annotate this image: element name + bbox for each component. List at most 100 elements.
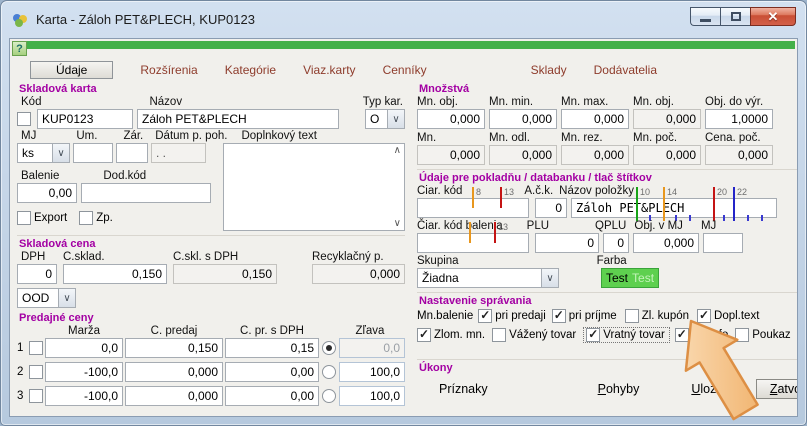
- zp-checkbox[interactable]: [79, 211, 93, 225]
- objvmj-input[interactable]: 0,000: [633, 233, 699, 253]
- obj-do-vyr-input[interactable]: 1,0000: [705, 109, 773, 129]
- export-checkbox[interactable]: [17, 211, 31, 225]
- section-caption: Množstvá: [419, 83, 798, 95]
- vazeny-tovar-checkbox[interactable]: [492, 328, 506, 342]
- nazov-polozky-label: Názov položky: [559, 185, 634, 197]
- zar-input[interactable]: [116, 143, 148, 163]
- recykl-input: 0,000: [312, 264, 405, 284]
- cpredaj-input[interactable]: 0,000: [125, 386, 223, 406]
- mj-dropdown-button[interactable]: ∨: [53, 143, 70, 163]
- marza-input[interactable]: 0,0: [45, 338, 123, 358]
- tab-viazkarty[interactable]: Viaz.karty: [303, 63, 355, 77]
- maximize-button[interactable]: [720, 7, 750, 26]
- ruler-mark-red: [500, 187, 502, 208]
- um-input[interactable]: [73, 143, 113, 163]
- ruler-mark-orange: [472, 187, 474, 208]
- skupina-input[interactable]: Žiadna: [417, 268, 542, 288]
- qplu-input[interactable]: 0: [603, 233, 629, 253]
- marza-input[interactable]: -100,0: [45, 386, 123, 406]
- titlebar[interactable]: Karta - Záloh PET&PLECH, KUP0123 ✕: [1, 1, 806, 38]
- datum-input: . .: [151, 143, 206, 163]
- tab-cenniky[interactable]: Cenníky: [383, 63, 427, 77]
- tab-rozsirenia[interactable]: Rozšírenia: [140, 63, 197, 77]
- price-row-checkbox[interactable]: [29, 341, 43, 355]
- dopltext-checkbox[interactable]: ✓: [697, 309, 711, 323]
- pohyby-button[interactable]: Pohyby: [598, 382, 640, 396]
- nazov-input[interactable]: Záloh PET&PLECH: [137, 109, 339, 129]
- doplnkovy-text-input[interactable]: ∧ ∨: [223, 143, 405, 231]
- label-rest: atvoriť: [777, 382, 798, 396]
- mn-obj-input[interactable]: 0,000: [417, 109, 485, 129]
- ood-input[interactable]: OOD: [17, 288, 59, 308]
- mn-odl-input: 0,000: [489, 145, 557, 165]
- help-button[interactable]: ?: [12, 41, 27, 56]
- plu-input[interactable]: 0: [535, 233, 599, 253]
- zlom-mn-checkbox[interactable]: ✓: [417, 328, 431, 342]
- ruler-number: 8: [476, 187, 481, 197]
- close-button[interactable]: ✕: [750, 7, 796, 26]
- price-row-checkbox[interactable]: [29, 365, 43, 379]
- cprdph-input[interactable]: 0,15: [225, 338, 319, 358]
- checkbox-label: Roz. fo: [692, 329, 728, 341]
- marza-header: Marža: [45, 325, 123, 337]
- typkar-dropdown-button[interactable]: ∨: [388, 109, 405, 129]
- ood-dropdown-button[interactable]: ∨: [59, 288, 76, 308]
- price-row: 2 -100,0 0,000 0,00 100,0: [17, 362, 405, 382]
- tab-sklady[interactable]: Sklady: [531, 63, 567, 77]
- skupina-dropdown-button[interactable]: ∨: [542, 268, 559, 288]
- mj-input[interactable]: ks: [17, 143, 53, 163]
- kod-checkbox[interactable]: [17, 112, 31, 126]
- cprdph-input[interactable]: 0,00: [225, 362, 319, 382]
- ciarkod-balenia-input[interactable]: [417, 233, 529, 253]
- divider: [417, 169, 798, 170]
- price-row-checkbox[interactable]: [29, 389, 43, 403]
- zlava-input[interactable]: 100,0: [339, 386, 405, 406]
- cprdph-input[interactable]: 0,00: [225, 386, 319, 406]
- scroll-down-icon[interactable]: ∨: [394, 218, 401, 229]
- dodkod-input[interactable]: [81, 183, 211, 203]
- kod-input[interactable]: KUP0123: [37, 109, 133, 129]
- mn-max-input[interactable]: 0,000: [561, 109, 629, 129]
- price-row-radio[interactable]: [322, 389, 336, 403]
- ciarkod-label: Ciar. kód: [417, 185, 462, 197]
- balenie-label: Balenie: [21, 170, 59, 182]
- mn-min-input[interactable]: 0,000: [489, 109, 557, 129]
- vratny-tovar-checkbox[interactable]: ✓: [586, 328, 600, 342]
- farba-swatch[interactable]: Test Test: [601, 268, 659, 288]
- ulozit-button[interactable]: Uložiť: [691, 382, 723, 396]
- um-label: Um.: [76, 130, 97, 142]
- price-row-radio[interactable]: [322, 365, 336, 379]
- price-row-radio[interactable]: [322, 341, 336, 355]
- mj2-input[interactable]: [703, 233, 743, 253]
- tab-kategorie[interactable]: Kategórie: [225, 63, 276, 77]
- roz-checkbox[interactable]: ✓: [675, 328, 689, 342]
- price-row: 3 -100,0 0,000 0,00 100,0: [17, 386, 405, 406]
- datum-label: Dátum p. poh.: [155, 130, 227, 142]
- tab-udaje[interactable]: Údaje: [30, 61, 113, 79]
- ruler-number: 14: [667, 187, 677, 197]
- scroll-up-icon[interactable]: ∧: [394, 145, 401, 156]
- zatvorit-button[interactable]: Zatvoriť: [756, 379, 798, 399]
- pri-prijme-checkbox[interactable]: ✓: [552, 309, 566, 323]
- dph-input[interactable]: 0: [17, 264, 57, 284]
- poukaz-checkbox[interactable]: [735, 328, 749, 342]
- minimize-button[interactable]: [690, 7, 720, 26]
- zlava-input[interactable]: 100,0: [339, 362, 405, 382]
- priznaky-button[interactable]: Príznaky: [439, 382, 488, 396]
- row-number: 3: [17, 390, 29, 402]
- pri-predaji-checkbox[interactable]: ✓: [478, 309, 492, 323]
- cpredaj-input[interactable]: 0,150: [125, 338, 223, 358]
- typkar-input[interactable]: O: [365, 109, 388, 129]
- marza-input[interactable]: -100,0: [45, 362, 123, 382]
- ruler-mark-green: [636, 187, 638, 221]
- field-label: Mn. obj.: [633, 96, 705, 108]
- label-rest: ohyby: [606, 382, 639, 396]
- tab-dodavatelia[interactable]: Dodávatelia: [594, 63, 657, 77]
- balenie-input[interactable]: 0,00: [17, 183, 77, 203]
- ack-input[interactable]: 0: [535, 198, 567, 218]
- csklad-input[interactable]: 0,150: [63, 264, 167, 284]
- right-column: Množstvá Mn. obj. Mn. min. Mn. max. Mn. …: [409, 81, 798, 417]
- mn-poc-input: 0,000: [633, 145, 701, 165]
- zl-kupon-checkbox[interactable]: [625, 309, 639, 323]
- cpredaj-input[interactable]: 0,000: [125, 362, 223, 382]
